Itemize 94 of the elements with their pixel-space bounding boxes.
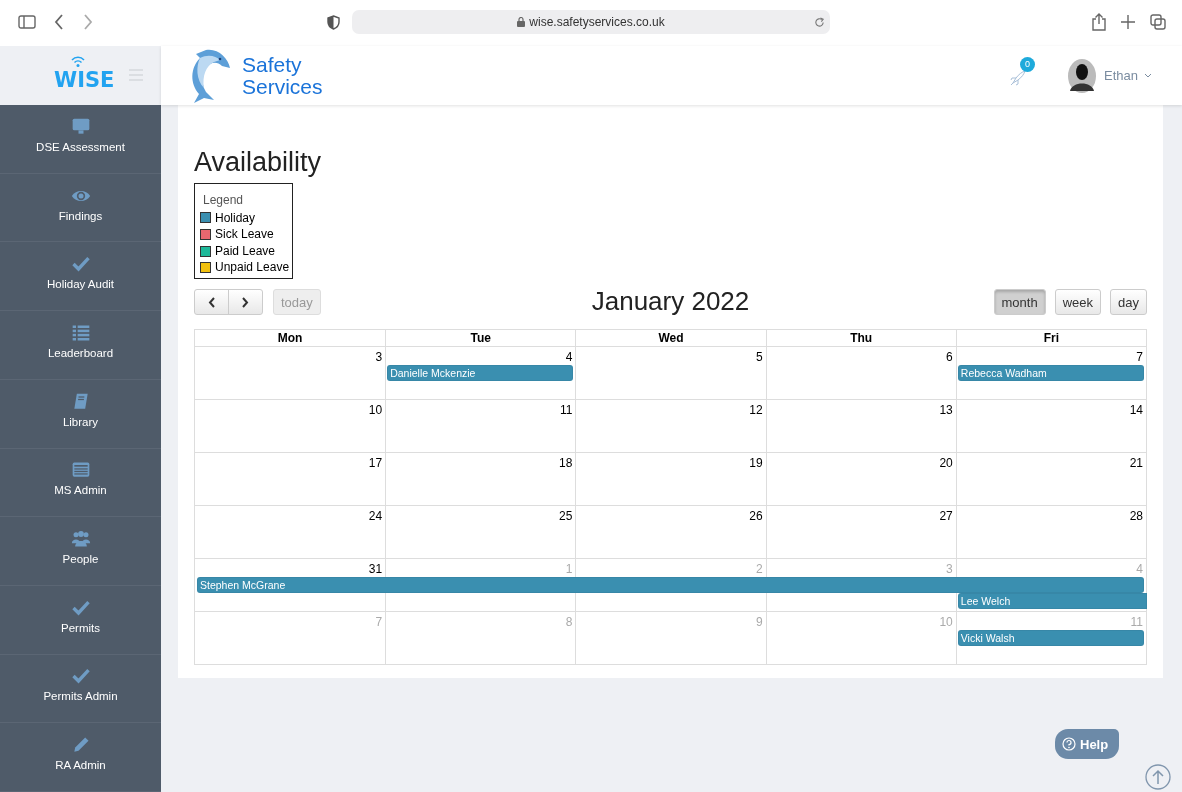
view-tab[interactable]: day: [1110, 289, 1147, 316]
event-bar[interactable]: Rebecca Wadham: [957, 364, 1144, 381]
wise-logo: WISE: [54, 68, 115, 92]
column-header: Mon: [195, 329, 386, 347]
day-number: 14: [1128, 401, 1144, 417]
sidebar-item-label: MS Admin: [54, 484, 107, 497]
caret-icon[interactable]: [1144, 73, 1152, 78]
day-number: 27: [938, 507, 954, 523]
share-icon[interactable]: [1092, 13, 1106, 31]
day-number: 10: [367, 401, 384, 417]
event-bar[interactable]: Danielle Mckenzie: [387, 364, 574, 381]
help-button[interactable]: Help: [1055, 729, 1119, 759]
shield-icon[interactable]: [327, 15, 340, 30]
day-number: 8: [564, 613, 574, 629]
day-number: 7: [1135, 348, 1144, 364]
user-name[interactable]: Ethan: [1104, 68, 1138, 83]
chevron-right-icon: [242, 296, 249, 308]
column-header: Tue: [385, 329, 576, 347]
sidebar-item[interactable]: Permits: [0, 585, 161, 655]
sidebar-item-label: Permits Admin: [43, 690, 118, 703]
day-number: 4: [1135, 560, 1144, 576]
day-number: 6: [945, 348, 954, 364]
day-number: 1: [564, 560, 574, 576]
people-icon: [70, 529, 91, 550]
sidebar-item-label: People: [62, 553, 99, 566]
sidebar-item-label: DSE Assessment: [36, 140, 125, 153]
brand-name-line: Services: [242, 75, 323, 98]
day-number: 31: [367, 560, 384, 576]
address-bar[interactable]: wise.safetyservices.co.uk: [352, 10, 830, 34]
url-text: wise.safetyservices.co.uk: [529, 15, 665, 29]
day-number: 28: [1128, 507, 1144, 523]
day-number: 18: [558, 454, 574, 470]
day-number: 9: [754, 613, 764, 629]
sidebar-item[interactable]: DSE Assessment: [0, 105, 161, 174]
brand-name-line: Safety: [242, 53, 303, 76]
event-bar[interactable]: Stephen McGrane: [197, 576, 1144, 593]
day-number: 7: [374, 613, 384, 629]
avatar[interactable]: [1068, 58, 1096, 93]
legend-label: Unpaid Leave: [215, 259, 290, 276]
view-tab[interactable]: week: [1054, 289, 1102, 316]
sidebar-item-label: Permits: [61, 621, 100, 634]
legend-label: Paid Leave: [215, 242, 276, 260]
help-icon: [1062, 737, 1076, 751]
sidebar-item[interactable]: RA Admin: [0, 723, 161, 792]
day-number: 19: [748, 454, 764, 470]
sidebar-item[interactable]: Leaderboard: [0, 311, 161, 380]
column-header: Thu: [765, 329, 956, 347]
day-number: 21: [1128, 454, 1144, 470]
day-number: 20: [938, 454, 954, 470]
monitor-icon: [70, 116, 91, 137]
sidebar-icon[interactable]: [18, 15, 36, 29]
sidebar-item-label: RA Admin: [55, 759, 106, 772]
tabs-icon[interactable]: [1150, 14, 1166, 30]
notification-badge: 0: [1020, 56, 1035, 72]
day-number: 13: [938, 401, 954, 417]
day-number: 26: [748, 507, 764, 523]
new-tab-icon[interactable]: [1121, 15, 1135, 29]
sidebar-item-label: Library: [62, 415, 99, 428]
lock-icon: [517, 17, 526, 27]
wifi-icon: [71, 56, 85, 67]
day-number: 3: [374, 348, 384, 364]
legend-label: Sick Leave: [215, 226, 274, 243]
back-icon[interactable]: [54, 14, 64, 30]
legend-label: Holiday: [215, 209, 256, 227]
chevron-left-icon: [208, 296, 215, 308]
reload-icon[interactable]: [814, 17, 825, 28]
sidebar-item[interactable]: MS Admin: [0, 448, 161, 518]
legend-title: Legend: [203, 192, 245, 209]
page-title: Availability: [194, 147, 323, 178]
event-bar[interactable]: Vicki Walsh: [957, 629, 1144, 646]
column-header: Wed: [575, 329, 766, 347]
day-number: 11: [1129, 613, 1144, 629]
sidebar-item-label: Leaderboard: [47, 346, 114, 359]
day-number: 25: [558, 507, 574, 523]
day-number: 3: [945, 560, 954, 576]
sidebar-item[interactable]: Findings: [0, 173, 161, 243]
sidebar-item-label: Holiday Audit: [46, 278, 115, 291]
sidebar-item-label: Findings: [58, 209, 103, 222]
day-number: 12: [748, 401, 764, 417]
day-number: 24: [367, 507, 384, 523]
sidebar-item[interactable]: Library: [0, 379, 161, 449]
scroll-top-icon[interactable]: [1145, 764, 1171, 790]
sidebar-item[interactable]: People: [0, 517, 161, 586]
day-number: 4: [564, 348, 574, 364]
sidebar-item[interactable]: Permits Admin: [0, 654, 161, 724]
sidebar-item[interactable]: Holiday Audit: [0, 242, 161, 312]
day-number: 10: [938, 613, 954, 629]
day-number: 11: [558, 401, 574, 417]
day-number: 2: [754, 560, 764, 576]
day-number: 17: [367, 454, 384, 470]
column-header: Fri: [955, 329, 1146, 347]
calendar-title: January 2022: [591, 285, 750, 317]
view-tab[interactable]: month: [993, 289, 1046, 316]
day-number: 5: [754, 348, 764, 364]
